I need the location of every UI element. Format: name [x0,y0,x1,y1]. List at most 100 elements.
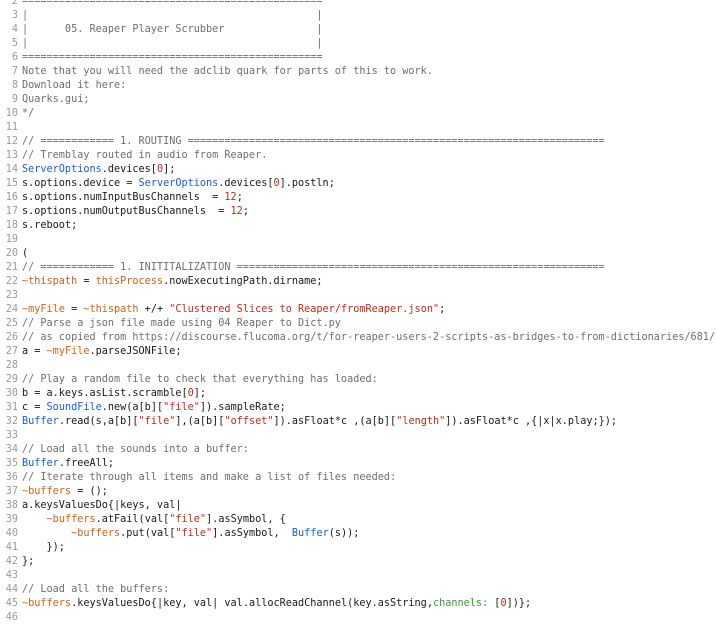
comment-token: // Iterate through all items and make a … [22,472,397,483]
line-number: 26 [5,332,18,343]
code-line[interactable]: 44 // Load all the buffers: [0,583,716,597]
code-text: Buffer.freeAll; [22,457,114,471]
code-line[interactable]: 3 | | [0,9,716,23]
code-editor[interactable]: 2 =======================================… [0,0,716,624]
line-number: 43 [5,570,18,581]
line-number: 33 [5,430,18,441]
code-line[interactable]: 8 Download it here: [0,79,716,93]
code-line[interactable]: 31 c = SoundFile.new(a[b]["file"]).sample… [0,401,716,415]
code-line[interactable]: 43 [0,569,716,583]
code-token: ]; [193,388,207,399]
code-text: ( [22,247,28,261]
line-number: 28 [5,360,18,371]
comment-token: Note that you will need the adclib quark… [22,66,433,77]
line-number: 45 [5,598,18,609]
code-line[interactable]: 41 }); [0,541,716,555]
code-line[interactable]: 12 // ============ 1. ROUTING ===========… [0,135,716,149]
comment-token: // as copied from https://discourse.fluc… [22,332,716,343]
code-line[interactable]: 32 Buffer.read(s,a[b]["file"],(a[b]["offs… [0,415,716,429]
variable-token: ~buffers [22,598,72,609]
line-number: 6 [11,52,18,63]
line-number: 42 [5,556,18,567]
code-text: s.options.device = ServerOptions.devices… [22,177,335,191]
code-line[interactable]: 13 // Tremblay routed in audio from Reape… [0,149,716,163]
string-token: "file" [169,514,207,525]
code-text: // Iterate through all items and make a … [22,471,396,485]
code-token: = [64,304,84,315]
code-line[interactable]: 25 // Parse a json file made using 04 Rea… [0,317,716,331]
code-line[interactable]: 22 ~thispath = thisProcess.nowExecutingPa… [0,275,716,289]
code-line[interactable]: 28 [0,359,716,373]
line-number: 18 [5,220,18,231]
code-line[interactable]: 21 // ============ 1. INITITALIZATION ===… [0,261,716,275]
code-line[interactable]: 23 [0,289,716,303]
comment-token: ========================================… [22,0,323,7]
code-token: ]).asFloat*c ,(a[b][ [273,416,397,427]
code-line[interactable]: 38 a.keysValuesDo{|keys, val| [0,499,716,513]
variable-token: ~myFile [46,346,90,357]
code-line[interactable]: 16 s.options.numInputBusChannels = 12; [0,191,716,205]
variable-token: thisProcess [95,276,164,287]
code-line[interactable]: 20 ( [0,247,716,261]
line-number: 9 [11,94,18,105]
variable-token: ~buffers [71,528,121,539]
code-line[interactable]: 33 [0,429,716,443]
code-token: = [77,276,96,287]
line-number: 39 [5,514,18,525]
code-line[interactable]: 17 s.options.numOutputBusChannels = 12; [0,205,716,219]
comment-token: // Play a random file to check that ever… [22,374,378,385]
code-line[interactable]: 26 // as copied from https://discourse.fl… [0,331,716,345]
line-number: 8 [11,80,18,91]
code-token: ; [439,304,446,315]
comment-token: // Tremblay routed in audio from Reaper. [22,150,268,161]
code-text: s.options.numInputBusChannels = 12; [22,191,243,205]
line-number: 13 [5,150,18,161]
line-number: 41 [5,542,18,553]
code-line[interactable]: 39 ~buffers.atFail(val["file"].asSymbol,… [0,513,716,527]
code-line[interactable]: 7 Note that you will need the adclib quar… [0,65,716,79]
class-token: Buffer [22,458,59,469]
code-line[interactable]: 27 a = ~myFile.parseJSONFile; [0,345,716,359]
code-line[interactable]: 18 s.reboot; [0,219,716,233]
comment-token: // Load all the sounds into a buffer: [22,444,249,455]
line-number: 19 [5,234,18,245]
code-line[interactable]: 5 | | [0,37,716,51]
code-line[interactable]: 45 ~buffers.keysValuesDo{|key, val| val.a… [0,597,716,611]
code-line[interactable]: 4 | 05. Reaper Player Scrubber | [0,23,716,37]
code-line[interactable]: 30 b = a.keys.asList.scramble[0]; [0,387,716,401]
code-line[interactable]: 29 // Play a random file to check that ev… [0,373,716,387]
code-line[interactable]: 37 ~buffers = (); [0,485,716,499]
code-text: ~buffers.keysValuesDo{|key, val| val.all… [22,597,531,611]
code-line[interactable]: 10 */ [0,107,716,121]
code-token: (s)); [328,528,360,539]
line-number: 15 [5,178,18,189]
code-line[interactable]: 15 s.options.device = ServerOptions.devic… [0,177,716,191]
variable-token: ~myFile [22,304,65,315]
code-token: .keysValuesDo{|key, val| val.allocReadCh… [71,598,433,609]
code-line[interactable]: 46 [0,611,716,624]
code-line[interactable]: 2 =======================================… [0,0,716,9]
code-line[interactable]: 34 // Load all the sounds into a buffer: [0,443,716,457]
line-number: 10 [5,108,18,119]
code-line[interactable]: 36 // Iterate through all items and make … [0,471,716,485]
code-text: ~myFile = ~thispath +/+ "Clustered Slice… [22,303,445,317]
code-line[interactable]: 24 ~myFile = ~thispath +/+ "Clustered Sli… [0,303,716,317]
code-line[interactable]: 19 [0,233,716,247]
string-token: "length" [396,416,446,427]
code-line[interactable]: 6 =======================================… [0,51,716,65]
string-token: "file" [138,416,176,427]
code-line[interactable]: 40 ~buffers.put(val["file"].asSymbol, Bu… [0,527,716,541]
comment-token: // Parse a json file made using 04 Reape… [22,318,341,329]
line-number: 30 [5,388,18,399]
code-line[interactable]: 14 ServerOptions.devices[0]; [0,163,716,177]
line-number: 20 [5,248,18,259]
code-line[interactable]: 9 Quarks.gui; [0,93,716,107]
code-token: .nowExecutingPath.dirname; [163,276,323,287]
code-line[interactable]: 35 Buffer.freeAll; [0,457,716,471]
code-text: // Tremblay routed in audio from Reaper. [22,149,267,163]
code-text: s.reboot; [22,219,77,233]
code-line[interactable]: 42}; [0,555,716,569]
comment-token: */ [22,108,35,119]
line-number: 35 [5,458,18,469]
code-line[interactable]: 11 [0,121,716,135]
